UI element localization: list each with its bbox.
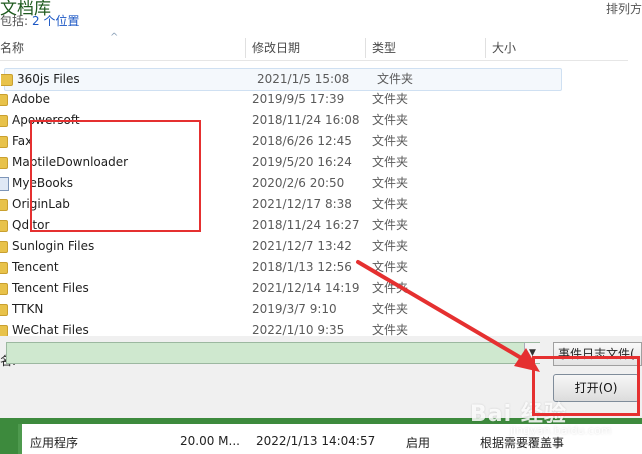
library-includes: 包括: 2 个位置 — [0, 12, 80, 29]
file-date: 2018/6/26 12:45 — [252, 134, 352, 148]
file-date: 2019/3/7 9:10 — [252, 302, 337, 316]
file-date: 2021/12/17 8:38 — [252, 197, 352, 211]
folder-icon — [0, 199, 8, 211]
background-cell: 20.00 M... — [180, 434, 240, 448]
column-date[interactable]: 修改日期 — [252, 36, 300, 60]
file-row[interactable]: Tencent 2018/1/13 12:56 文件夹 — [0, 257, 600, 278]
file-type: 文件夹 — [372, 92, 409, 106]
column-divider[interactable] — [365, 38, 366, 58]
filename-input[interactable] — [6, 342, 540, 364]
file-date: 2018/11/24 16:27 — [252, 218, 360, 232]
locations-link[interactable]: 2 个位置 — [32, 14, 79, 28]
column-type[interactable]: 类型 — [372, 36, 396, 60]
file-type: 文件夹 — [372, 218, 409, 232]
file-row[interactable]: Sunlogin Files 2021/12/7 13:42 文件夹 — [0, 236, 600, 257]
file-name: Tencent Files — [12, 281, 89, 295]
column-divider[interactable] — [245, 38, 246, 58]
file-date: 2019/5/20 16:24 — [252, 155, 352, 169]
file-row[interactable]: 360js Files 2021/1/5 15:08 文件夹 — [1, 68, 562, 91]
file-date: 2021/1/5 15:08 — [257, 72, 350, 86]
folder-icon — [0, 136, 8, 148]
file-row[interactable]: Tencent Files 2021/12/14 14:19 文件夹 — [0, 278, 600, 299]
file-row[interactable]: Adobe 2019/9/5 17:39 文件夹 — [0, 89, 600, 110]
file-row[interactable]: TTKN 2019/3/7 9:10 文件夹 — [0, 299, 600, 320]
annotation-box-files — [30, 120, 201, 232]
file-type: 文件夹 — [372, 260, 409, 274]
file-date: 2018/1/13 12:56 — [252, 260, 352, 274]
file-date: 2018/11/24 16:08 — [252, 113, 360, 127]
column-header: ^ 名称 修改日期 类型 大小 — [0, 32, 628, 61]
folder-icon — [0, 115, 8, 127]
watermark-sub: jingyan.baidu.com — [510, 424, 612, 437]
file-type: 文件夹 — [372, 239, 409, 253]
includes-label: 包括: — [0, 14, 29, 28]
folder-icon — [0, 304, 8, 316]
arrange-by-button[interactable]: 排列方 — [606, 0, 642, 17]
file-type: 文件夹 — [377, 72, 414, 86]
file-type: 文件夹 — [372, 176, 409, 190]
background-cell: 启用 — [406, 436, 431, 450]
column-divider[interactable] — [485, 38, 486, 58]
file-type: 文件夹 — [372, 155, 409, 169]
folder-icon — [0, 262, 8, 274]
file-type: 文件夹 — [372, 302, 409, 316]
file-name: Adobe — [12, 92, 50, 106]
file-date: 2019/9/5 17:39 — [252, 92, 345, 106]
file-date: 2021/12/7 13:42 — [252, 239, 352, 253]
file-name: 360js Files — [17, 72, 80, 86]
file-name: Sunlogin Files — [12, 239, 95, 253]
column-name[interactable]: 名称 — [0, 36, 24, 60]
folder-icon — [0, 241, 8, 253]
background-cell: 2022/1/13 14:04:57 — [256, 434, 376, 448]
file-date: 2020/2/6 20:50 — [252, 176, 345, 190]
column-size[interactable]: 大小 — [492, 36, 516, 60]
folder-icon — [1, 74, 13, 86]
folder-icon — [0, 157, 8, 169]
folder-icon — [0, 220, 8, 232]
file-name: Tencent — [12, 260, 59, 274]
folder-icon — [0, 283, 8, 295]
sort-ascending-icon: ^ — [110, 32, 119, 43]
file-date: 2021/12/14 14:19 — [252, 281, 360, 295]
file-type: 文件夹 — [372, 197, 409, 211]
ebook-icon — [0, 177, 9, 191]
file-type: 文件夹 — [372, 134, 409, 148]
annotation-box-open — [532, 356, 640, 416]
background-cell: 应用程序 — [30, 436, 79, 450]
file-name: TTKN — [12, 302, 44, 316]
file-type: 文件夹 — [372, 113, 409, 127]
folder-icon — [0, 94, 8, 106]
file-type: 文件夹 — [372, 281, 409, 295]
